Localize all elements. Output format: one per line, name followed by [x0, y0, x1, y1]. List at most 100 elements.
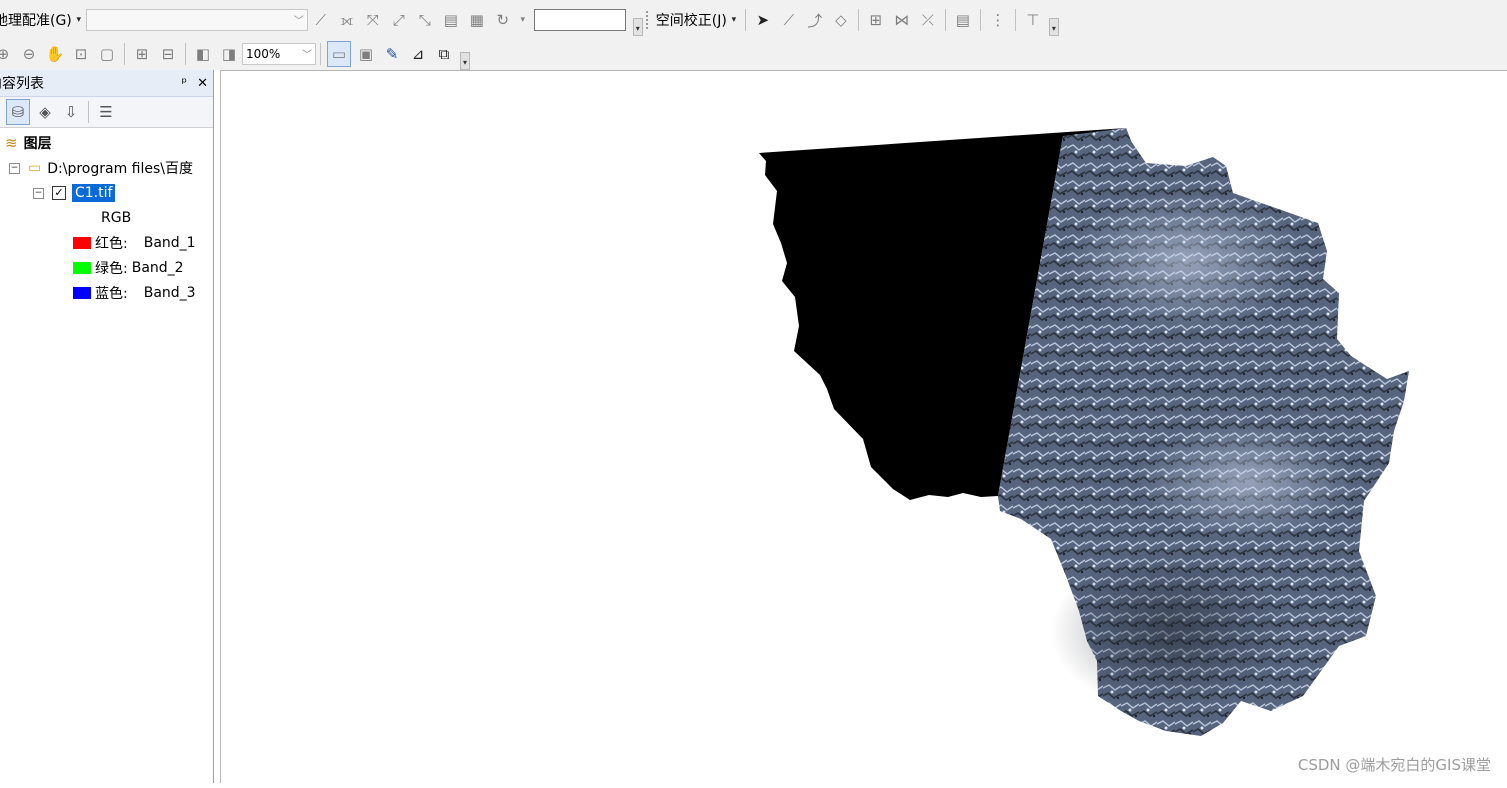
- select-link-icon[interactable]: ⤧: [362, 8, 384, 32]
- multiple-links-icon[interactable]: ◇: [830, 8, 852, 32]
- separator: [1014, 9, 1016, 31]
- raster-display: [759, 128, 1409, 736]
- previous-extent-icon[interactable]: ◧: [192, 42, 214, 66]
- change-layout-icon[interactable]: ✎: [381, 42, 403, 66]
- collapse-icon[interactable]: −: [33, 187, 44, 199]
- band-name-label: Band_1: [143, 235, 196, 251]
- layout-options-icon[interactable]: ⧉: [433, 42, 455, 66]
- separator: [744, 9, 746, 31]
- toc-toolbar: ⋮ ⛁ ◈ ⇩ ☰: [0, 97, 213, 128]
- green-swatch: [73, 262, 91, 274]
- band-channel-label: 绿色:: [95, 261, 128, 277]
- band-name-label: Band_3: [143, 285, 196, 301]
- separator: [185, 43, 186, 65]
- rgb-label: RGB: [101, 210, 132, 226]
- tree-root-layers[interactable]: ≋ 图层: [5, 132, 52, 154]
- rotation-input[interactable]: [533, 9, 626, 31]
- layer-visibility-checkbox[interactable]: ✓: [52, 186, 66, 200]
- clear-links-icon[interactable]: ⤫: [917, 8, 939, 32]
- modify-link-icon[interactable]: ⤴: [804, 8, 826, 32]
- band-legend-row: 红色: Band_1: [73, 232, 196, 254]
- table-of-contents-panel: 内容列表 ᵖ ✕ ⋮ ⛁ ◈ ⇩ ☰ ≋ 图层 − ▭ D:\program f…: [0, 70, 214, 783]
- toolbar-options-button[interactable]: ▾: [460, 52, 470, 70]
- select-elements-icon[interactable]: ➤: [752, 8, 774, 32]
- fixed-zoom-out-icon[interactable]: ⊟: [157, 42, 179, 66]
- new-displacement-link-icon[interactable]: ⟋: [778, 8, 800, 32]
- zoom-to-link-icon[interactable]: ⤢: [388, 8, 410, 32]
- list-by-order-icon[interactable]: ⋮: [0, 100, 6, 124]
- identity-link-icon[interactable]: ⊞: [865, 8, 887, 32]
- attribute-transfer-icon[interactable]: ⊤: [1022, 8, 1044, 32]
- chevron-down-icon: ﹀: [293, 16, 304, 27]
- georeferencing-menu[interactable]: 地理配准(G): [0, 10, 74, 30]
- tree-layer-row[interactable]: − ✓ C1.tif: [33, 182, 116, 204]
- zoom-100-icon[interactable]: ▢: [96, 42, 118, 66]
- red-swatch: [73, 237, 91, 249]
- zoom-percent-combo[interactable]: 100% ﹀: [242, 43, 316, 65]
- options-icon[interactable]: ☰: [95, 100, 117, 124]
- toolbar-options-button[interactable]: ▾: [632, 18, 643, 36]
- area-adjust-icon[interactable]: ⋈: [891, 8, 913, 32]
- folder-path-label: D:\program files\百度: [47, 161, 193, 177]
- auto-adjust-icon[interactable]: ⟗: [336, 8, 358, 32]
- georeferencing-toolbar: 地理配准(G) ▾ ﹀ ⟋ ⟗ ⤧ ⤢ ⤡ ▤ ▦ ↻ ▾ ▾ 空间校正(J) …: [0, 4, 1059, 36]
- focus-data-frame-icon[interactable]: ▣: [355, 42, 377, 66]
- zoom-percent-value: 100%: [246, 47, 281, 61]
- dropdown-arrow-icon[interactable]: ▾: [729, 8, 739, 32]
- chevron-down-icon: ﹀: [302, 50, 312, 61]
- band-name-label: Band_2: [131, 260, 184, 276]
- delete-link-icon[interactable]: ⤡: [414, 8, 436, 32]
- rgb-legend-row: RGB: [101, 207, 131, 229]
- separator: [88, 101, 89, 123]
- toc-header: 内容列表 ᵖ ✕: [0, 70, 213, 97]
- rotate-dropdown-icon[interactable]: ▾: [518, 8, 528, 32]
- layer-combo[interactable]: ﹀: [85, 9, 308, 31]
- toc-title: 内容列表: [0, 76, 44, 92]
- separator: [944, 9, 946, 31]
- layer-name-label[interactable]: C1.tif: [72, 184, 116, 202]
- link-table-icon[interactable]: ▦: [466, 8, 488, 32]
- data-driven-pages-icon[interactable]: ⊿: [407, 42, 429, 66]
- blue-swatch: [73, 287, 91, 299]
- snow-highlight: [1136, 421, 1356, 541]
- zoom-whole-page-icon[interactable]: ⊡: [70, 42, 92, 66]
- band-channel-label: 红色:: [95, 236, 128, 252]
- band-legend-row: 蓝色: Band_3: [73, 282, 196, 304]
- snow-highlight: [1066, 191, 1306, 331]
- dropdown-arrow-icon[interactable]: ▾: [74, 8, 84, 32]
- toolbar-area: 地理配准(G) ▾ ﹀ ⟋ ⟗ ⤧ ⤢ ⤡ ▤ ▦ ↻ ▾ ▾ 空间校正(J) …: [0, 0, 1507, 70]
- zoom-out-layout-icon[interactable]: ⊖: [18, 42, 40, 66]
- shadow-zone: [1051, 551, 1291, 711]
- toolbar-grip[interactable]: [645, 11, 651, 29]
- pin-icon[interactable]: ᵖ: [182, 76, 188, 91]
- band-channel-label: 蓝色:: [95, 286, 128, 302]
- tree-root-label: 图层: [23, 136, 52, 152]
- viewer-icon[interactable]: ▤: [440, 8, 462, 32]
- pan-icon[interactable]: ✋: [44, 42, 66, 66]
- spatial-adjustment-menu[interactable]: 空间校正(J): [654, 10, 729, 30]
- edge-match-icon[interactable]: ⋮: [987, 8, 1009, 32]
- watermark: CSDN @端木宛白的GIS课堂: [1297, 756, 1491, 774]
- separator: [320, 43, 321, 65]
- separator: [857, 9, 859, 31]
- toggle-draft-mode-icon[interactable]: ▭: [327, 41, 351, 67]
- next-extent-icon[interactable]: ◨: [218, 42, 240, 66]
- close-icon[interactable]: ✕: [197, 76, 208, 91]
- separator: [979, 9, 981, 31]
- map-view[interactable]: CSDN @端木宛白的GIS课堂: [220, 70, 1507, 783]
- fixed-zoom-in-icon[interactable]: ⊞: [131, 42, 153, 66]
- layers-icon: ≋: [5, 134, 18, 152]
- rotate-icon[interactable]: ↻: [492, 8, 514, 32]
- list-by-visibility-icon[interactable]: ◈: [34, 100, 56, 124]
- band-legend-row: 绿色: Band_2: [73, 257, 184, 279]
- separator: [124, 43, 125, 65]
- collapse-icon[interactable]: −: [9, 162, 20, 174]
- list-by-selection-icon[interactable]: ⇩: [60, 100, 82, 124]
- add-control-points-icon[interactable]: ⟋: [310, 8, 332, 32]
- list-by-source-icon[interactable]: ⛁: [6, 99, 30, 125]
- tree-folder-row[interactable]: − ▭ D:\program files\百度: [9, 157, 193, 179]
- layout-toolbar: ⊕ ⊖ ✋ ⊡ ▢ ⊞ ⊟ ◧ ◨ 100% ﹀ ▭ ▣ ✎ ⊿ ⧉ ▾: [0, 38, 470, 70]
- toolbar-options-button[interactable]: ▾: [1048, 18, 1059, 36]
- zoom-in-layout-icon[interactable]: ⊕: [0, 42, 14, 66]
- view-link-table-icon[interactable]: ▤: [952, 8, 974, 32]
